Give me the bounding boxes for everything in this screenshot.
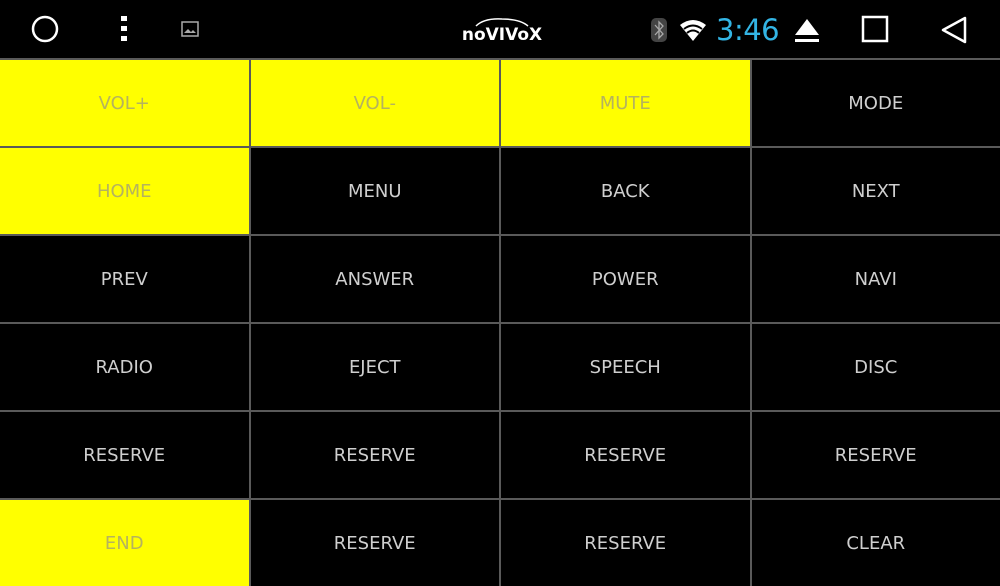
key-back-6[interactable]: BACK bbox=[501, 148, 750, 234]
key-label: VOL- bbox=[353, 92, 396, 114]
key-label: RADIO bbox=[95, 356, 153, 378]
key-disc-15[interactable]: DISC bbox=[751, 324, 1000, 410]
key-eject-13[interactable]: EJECT bbox=[250, 324, 499, 410]
key-label: END bbox=[104, 532, 144, 554]
key-radio-12[interactable]: RADIO bbox=[0, 324, 249, 410]
recents-icon[interactable] bbox=[860, 14, 890, 44]
key-answer-9[interactable]: ANSWER bbox=[250, 236, 499, 322]
key-reserve-17[interactable]: RESERVE bbox=[250, 412, 499, 498]
key-label: RESERVE bbox=[333, 532, 416, 554]
gallery-icon bbox=[180, 20, 200, 38]
key-label: RESERVE bbox=[584, 532, 667, 554]
key-label: RESERVE bbox=[333, 444, 416, 466]
key-mute-2[interactable]: MUTE bbox=[501, 60, 750, 146]
key-reserve-19[interactable]: RESERVE bbox=[751, 412, 1000, 498]
overflow-menu-icon[interactable] bbox=[114, 14, 134, 44]
key-label: SPEECH bbox=[589, 356, 661, 378]
key-grid: VOL+ VOL- MUTE MODE HOME MENU BACK NEXT PREV ANSW… bbox=[0, 58, 1000, 586]
key-label: BACK bbox=[600, 180, 650, 202]
clock: 3:46 bbox=[716, 13, 780, 47]
key-label: POWER bbox=[591, 268, 659, 290]
key-power-10[interactable]: POWER bbox=[501, 236, 750, 322]
key-label: NAVI bbox=[854, 268, 897, 290]
novivox-logo: noVIVoX bbox=[462, 16, 542, 44]
key-reserve-16[interactable]: RESERVE bbox=[0, 412, 249, 498]
eject-icon[interactable] bbox=[792, 16, 822, 44]
key-menu-5[interactable]: MENU bbox=[250, 148, 499, 234]
key-label: RESERVE bbox=[834, 444, 917, 466]
key-vol-0[interactable]: VOL+ bbox=[0, 60, 249, 146]
key-home-4[interactable]: HOME bbox=[0, 148, 249, 234]
key-reserve-22[interactable]: RESERVE bbox=[501, 500, 750, 586]
back-icon[interactable] bbox=[938, 14, 970, 46]
key-label: HOME bbox=[96, 180, 152, 202]
key-reserve-21[interactable]: RESERVE bbox=[250, 500, 499, 586]
key-label: DISC bbox=[854, 356, 898, 378]
key-label: MODE bbox=[848, 92, 904, 114]
status-bar: noVIVoX 3:46 bbox=[0, 0, 1000, 58]
key-label: MENU bbox=[347, 180, 402, 202]
key-mode-3[interactable]: MODE bbox=[751, 60, 1000, 146]
logo-text: noVIVoX bbox=[462, 25, 542, 44]
key-end-20[interactable]: END bbox=[0, 500, 249, 586]
key-label: MUTE bbox=[599, 92, 651, 114]
key-prev-8[interactable]: PREV bbox=[0, 236, 249, 322]
key-label: VOL+ bbox=[98, 92, 150, 114]
key-navi-11[interactable]: NAVI bbox=[751, 236, 1000, 322]
key-label: PREV bbox=[100, 268, 148, 290]
key-label: ANSWER bbox=[335, 268, 415, 290]
home-circle-icon[interactable] bbox=[30, 14, 60, 44]
key-clear-23[interactable]: CLEAR bbox=[751, 500, 1000, 586]
wifi-icon bbox=[678, 17, 708, 43]
key-next-7[interactable]: NEXT bbox=[751, 148, 1000, 234]
key-label: RESERVE bbox=[83, 444, 166, 466]
key-reserve-18[interactable]: RESERVE bbox=[501, 412, 750, 498]
key-label: CLEAR bbox=[846, 532, 906, 554]
bluetooth-icon bbox=[650, 17, 668, 43]
key-vol-1[interactable]: VOL- bbox=[250, 60, 499, 146]
key-label: EJECT bbox=[348, 356, 401, 378]
key-label: NEXT bbox=[851, 180, 900, 202]
key-speech-14[interactable]: SPEECH bbox=[501, 324, 750, 410]
key-label: RESERVE bbox=[584, 444, 667, 466]
